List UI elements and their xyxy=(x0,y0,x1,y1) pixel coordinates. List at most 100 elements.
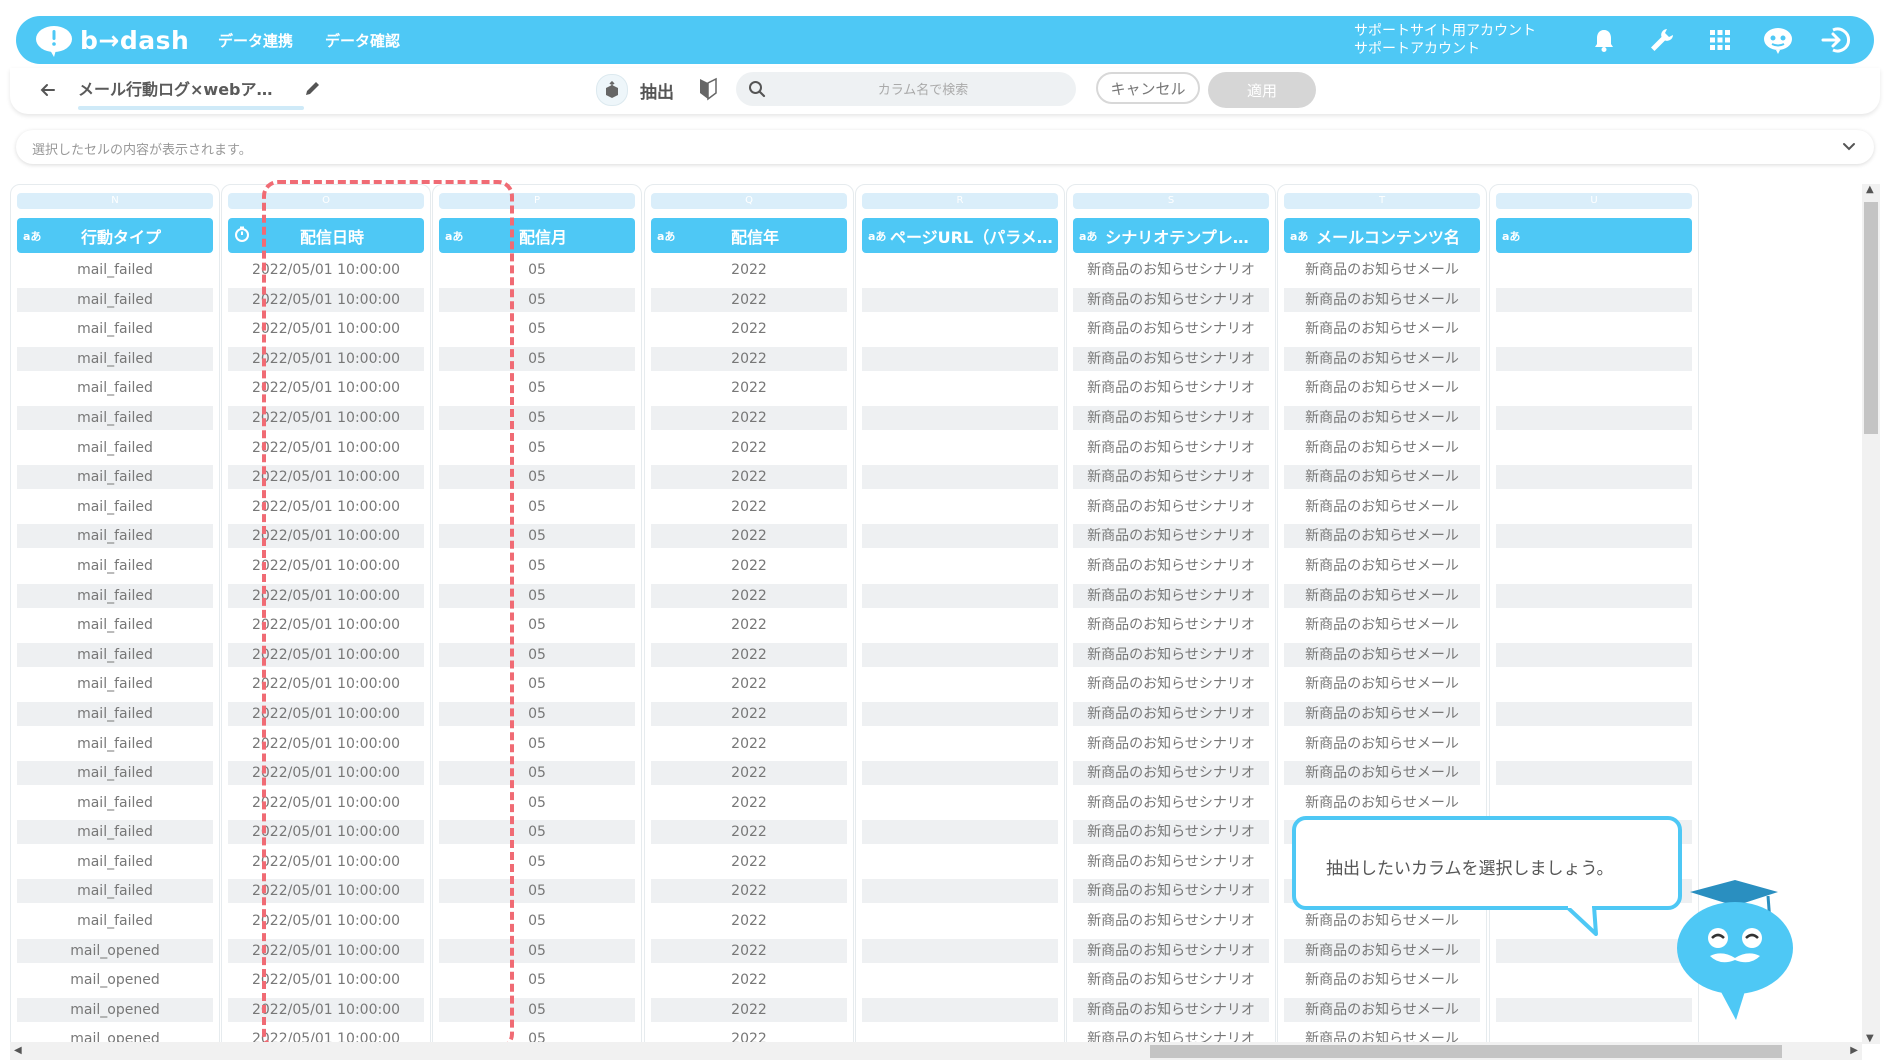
table-cell[interactable]: 新商品のお知らせシナリオ xyxy=(1073,436,1269,460)
table-cell[interactable] xyxy=(862,732,1058,756)
table-cell[interactable]: 新商品のお知らせメール xyxy=(1284,405,1480,430)
table-cell[interactable]: 新商品のお知らせメール xyxy=(1284,495,1480,519)
table-cell[interactable]: 新商品のお知らせメール xyxy=(1284,613,1480,637)
back-arrow-icon[interactable] xyxy=(36,78,60,102)
table-cell[interactable]: mail_failed xyxy=(17,317,213,341)
wrench-icon[interactable] xyxy=(1644,22,1680,58)
table-cell[interactable]: 新商品のお知らせメール xyxy=(1284,376,1480,400)
table-cell[interactable]: 新商品のお知らせシナリオ xyxy=(1073,879,1269,904)
column-q[interactable]: Qaあ 配信年 2022 2022 2022 2022 2022 2022 2022 2022 20… xyxy=(644,184,854,1042)
column-header[interactable]: aあ 行動タイプ xyxy=(17,218,213,253)
table-cell[interactable] xyxy=(862,465,1058,490)
table-cell[interactable]: mail_failed xyxy=(17,583,213,608)
table-cell[interactable]: mail_failed xyxy=(17,791,213,815)
table-cell[interactable] xyxy=(1496,495,1692,519)
table-cell[interactable] xyxy=(862,938,1058,963)
table-cell[interactable] xyxy=(862,701,1058,726)
horizontal-scrollbar[interactable]: ◀ ▶ xyxy=(10,1042,1862,1060)
table-cell[interactable] xyxy=(1496,761,1692,786)
table-cell[interactable]: 新商品のお知らせシナリオ xyxy=(1073,701,1269,726)
table-cell[interactable]: 新商品のお知らせシナリオ xyxy=(1073,583,1269,608)
table-cell[interactable]: 新商品のお知らせシナリオ xyxy=(1073,524,1269,549)
table-cell[interactable]: mail_failed xyxy=(17,465,213,490)
table-cell[interactable]: 新商品のお知らせメール xyxy=(1284,938,1480,963)
table-cell[interactable] xyxy=(862,317,1058,341)
table-cell[interactable]: 新商品のお知らせシナリオ xyxy=(1073,938,1269,963)
table-cell[interactable]: mail_failed xyxy=(17,642,213,667)
cell-content-bar[interactable]: 選択したセルの内容が表示されます。 xyxy=(16,130,1874,164)
vertical-scrollbar[interactable]: ▲ ▼ xyxy=(1862,184,1880,1044)
table-cell[interactable]: mail_failed xyxy=(17,820,213,845)
column-r[interactable]: Raあ ページURL（パラメ… xyxy=(855,184,1065,1042)
table-cell[interactable]: mail_failed xyxy=(17,879,213,904)
table-cell[interactable]: mail_failed xyxy=(17,405,213,430)
table-cell[interactable]: mail_opened xyxy=(17,968,213,992)
table-cell[interactable] xyxy=(862,820,1058,845)
pencil-icon[interactable] xyxy=(304,79,322,101)
table-cell[interactable]: 2022 xyxy=(651,850,847,874)
table-cell[interactable]: 新商品のお知らせシナリオ xyxy=(1073,997,1269,1022)
table-cell[interactable]: 新商品のお知らせシナリオ xyxy=(1073,613,1269,637)
table-cell[interactable]: 新商品のお知らせメール xyxy=(1284,997,1480,1022)
table-cell[interactable] xyxy=(862,968,1058,992)
table-cell[interactable] xyxy=(862,879,1058,904)
table-cell[interactable] xyxy=(1496,317,1692,341)
table-cell[interactable]: 2022 xyxy=(651,909,847,933)
vertical-scroll-thumb[interactable] xyxy=(1864,202,1878,434)
apply-button[interactable]: 適用 xyxy=(1208,72,1316,108)
table-cell[interactable]: 新商品のお知らせシナリオ xyxy=(1073,346,1269,371)
table-cell[interactable]: 新商品のお知らせシナリオ xyxy=(1073,465,1269,490)
logout-icon[interactable] xyxy=(1818,22,1854,58)
table-cell[interactable]: 2022 xyxy=(651,405,847,430)
mascot-icon[interactable] xyxy=(1760,22,1796,58)
table-cell[interactable]: 新商品のお知らせメール xyxy=(1284,346,1480,371)
table-cell[interactable]: 新商品のお知らせシナリオ xyxy=(1073,968,1269,992)
table-cell[interactable]: mail_failed xyxy=(17,732,213,756)
table-cell[interactable] xyxy=(862,850,1058,874)
table-cell[interactable]: 新商品のお知らせシナリオ xyxy=(1073,909,1269,933)
extract-button[interactable]: 抽出 xyxy=(596,74,674,106)
table-cell[interactable]: 新商品のお知らせシナリオ xyxy=(1073,317,1269,341)
table-cell[interactable] xyxy=(1496,524,1692,549)
cancel-button[interactable]: キャンセル xyxy=(1096,72,1200,104)
table-cell[interactable] xyxy=(1496,258,1692,282)
table-cell[interactable] xyxy=(862,909,1058,933)
scroll-right-arrow-icon[interactable]: ▶ xyxy=(1850,1045,1858,1056)
table-cell[interactable] xyxy=(862,524,1058,549)
table-cell[interactable] xyxy=(1496,346,1692,371)
table-cell[interactable]: 新商品のお知らせメール xyxy=(1284,524,1480,549)
table-cell[interactable] xyxy=(862,554,1058,578)
table-cell[interactable]: 2022 xyxy=(651,791,847,815)
table-cell[interactable]: 新商品のお知らせシナリオ xyxy=(1073,554,1269,578)
table-cell[interactable]: mail_failed xyxy=(17,436,213,460)
table-cell[interactable] xyxy=(862,258,1058,282)
table-cell[interactable] xyxy=(1496,405,1692,430)
table-cell[interactable]: 新商品のお知らせメール xyxy=(1284,642,1480,667)
table-cell[interactable]: mail_failed xyxy=(17,287,213,312)
table-cell[interactable]: 2022 xyxy=(651,672,847,696)
table-cell[interactable] xyxy=(1496,791,1692,815)
table-cell[interactable] xyxy=(1496,465,1692,490)
table-cell[interactable]: 2022 xyxy=(651,997,847,1022)
column-header[interactable]: aあ xyxy=(1496,218,1692,253)
table-cell[interactable]: mail_failed xyxy=(17,850,213,874)
table-cell[interactable] xyxy=(1496,583,1692,608)
table-cell[interactable] xyxy=(862,436,1058,460)
table-cell[interactable]: 新商品のお知らせシナリオ xyxy=(1073,850,1269,874)
table-cell[interactable]: 2022 xyxy=(651,436,847,460)
table-cell[interactable]: 新商品のお知らせシナリオ xyxy=(1073,376,1269,400)
table-cell[interactable]: 新商品のお知らせシナリオ xyxy=(1073,672,1269,696)
table-cell[interactable]: 2022 xyxy=(651,820,847,845)
table-cell[interactable]: mail_failed xyxy=(17,613,213,637)
table-cell[interactable]: 新商品のお知らせメール xyxy=(1284,583,1480,608)
table-cell[interactable]: 2022 xyxy=(651,287,847,312)
table-cell[interactable] xyxy=(1496,701,1692,726)
table-cell[interactable] xyxy=(1496,732,1692,756)
table-cell[interactable]: 新商品のお知らせシナリオ xyxy=(1073,495,1269,519)
table-cell[interactable]: 2022 xyxy=(651,938,847,963)
table-cell[interactable]: 2022 xyxy=(651,317,847,341)
table-cell[interactable]: 新商品のお知らせシナリオ xyxy=(1073,287,1269,312)
beginner-mark-icon[interactable] xyxy=(698,77,718,105)
table-cell[interactable]: 新商品のお知らせメール xyxy=(1284,672,1480,696)
table-cell[interactable]: 2022 xyxy=(651,258,847,282)
